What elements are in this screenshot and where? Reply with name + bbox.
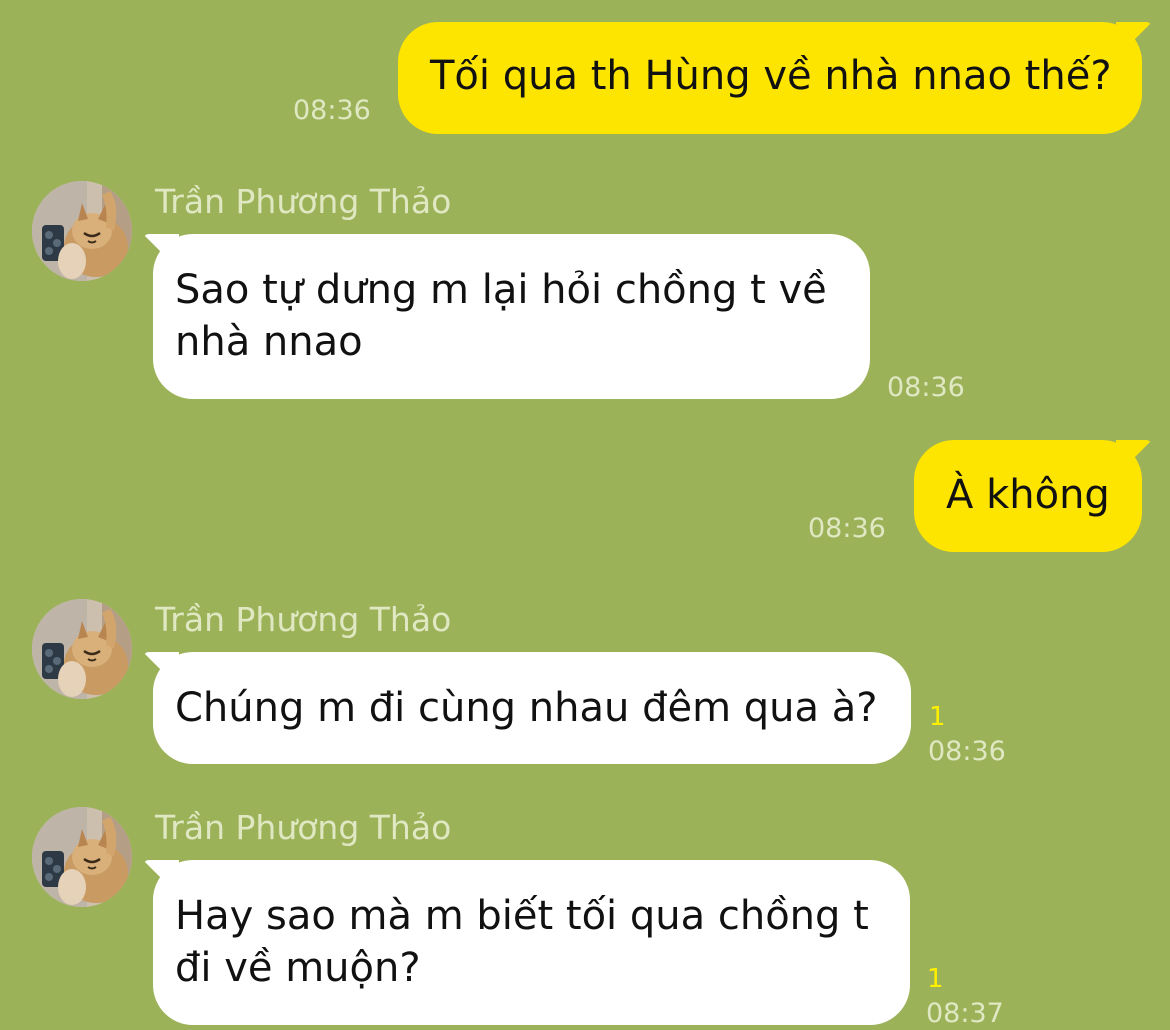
cat-avatar-icon: [32, 599, 132, 699]
sender-name: Trần Phương Thảo: [155, 600, 452, 639]
message-text: Tối qua th Hùng về nhà nnao thế?: [430, 53, 1112, 99]
incoming-message-bubble[interactable]: Chúng m đi cùng nhau đêm qua à?: [153, 652, 911, 764]
message-time: 08:37: [926, 998, 1004, 1029]
sender-name: Trần Phương Thảo: [155, 808, 452, 847]
outgoing-message-bubble[interactable]: Tối qua th Hùng về nhà nnao thế?: [398, 22, 1142, 134]
sender-avatar[interactable]: [32, 181, 132, 281]
message-text: Chúng m đi cùng nhau đêm qua à?: [175, 685, 878, 731]
sender-avatar[interactable]: [32, 807, 132, 907]
unread-count: 1: [927, 964, 944, 994]
incoming-message-bubble[interactable]: Sao tự dưng m lại hỏi chồng t về nhà nna…: [153, 234, 870, 399]
message-time: 08:36: [928, 736, 1006, 767]
cat-avatar-icon: [32, 807, 132, 907]
message-time: 08:36: [887, 372, 965, 403]
chat-view: 08:36 Tối qua th Hùng về nhà nnao thế? T…: [0, 0, 1170, 1030]
sender-avatar[interactable]: [32, 599, 132, 699]
cat-avatar-icon: [32, 181, 132, 281]
sender-name: Trần Phương Thảo: [155, 182, 452, 221]
incoming-message-bubble[interactable]: Hay sao mà m biết tối qua chồng t đi về …: [153, 860, 910, 1025]
outgoing-message-bubble[interactable]: À không: [914, 440, 1142, 552]
message-text: À không: [946, 472, 1110, 518]
message-text: Hay sao mà m biết tối qua chồng t đi về …: [175, 893, 869, 991]
message-time: 08:36: [808, 513, 886, 544]
message-text: Sao tự dưng m lại hỏi chồng t về nhà nna…: [175, 267, 827, 365]
unread-count: 1: [929, 702, 946, 732]
message-time: 08:36: [293, 95, 371, 126]
